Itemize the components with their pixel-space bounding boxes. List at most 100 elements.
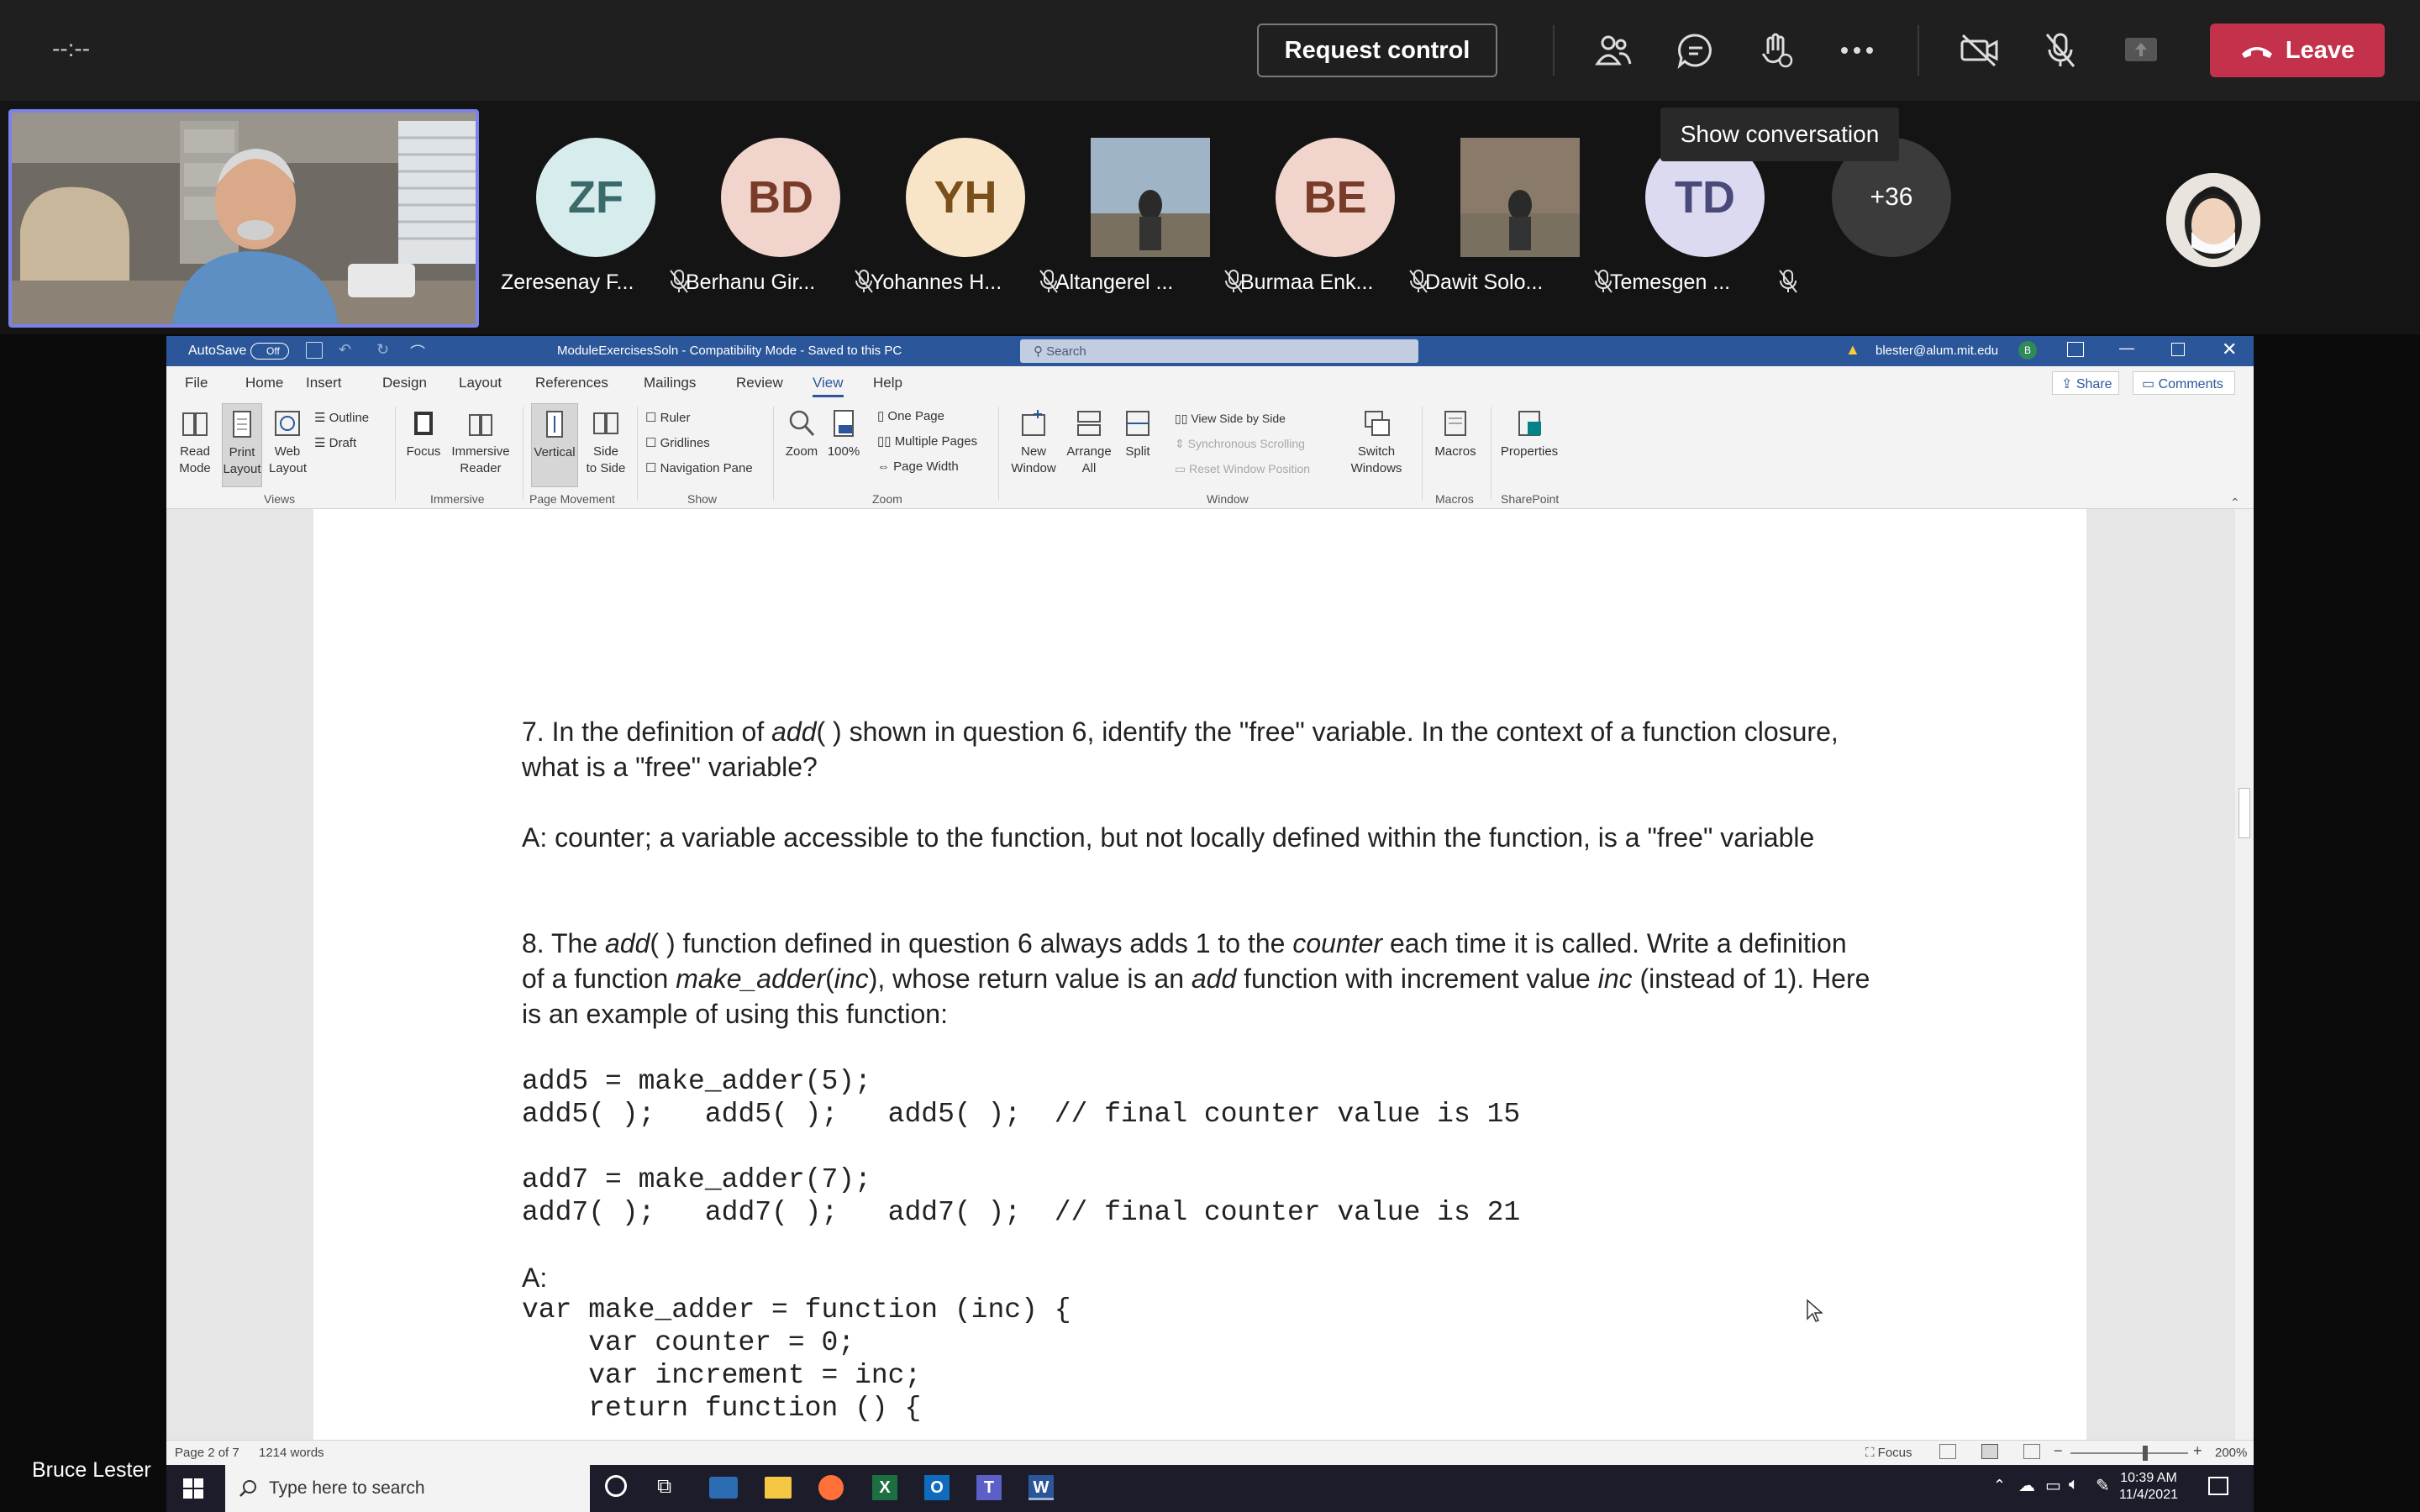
windows-start-icon[interactable] (183, 1478, 203, 1499)
participant-tile[interactable]: Altangerel ... (1055, 138, 1243, 314)
camera-off-icon[interactable] (1958, 29, 2002, 72)
group-show-label: Show (687, 492, 718, 506)
view-side-by-side-button[interactable]: ▯▯ View Side by Side (1175, 410, 1286, 427)
vertical-button[interactable]: Vertical (531, 403, 578, 487)
word-icon[interactable]: W (1028, 1475, 1054, 1500)
split-button[interactable]: Split (1119, 408, 1156, 460)
side-to-side-button[interactable]: Side to Side (583, 408, 629, 477)
search-box[interactable]: ⚲ Search (1020, 339, 1418, 363)
zoom-out-icon[interactable]: − (2054, 1442, 2063, 1460)
close-icon[interactable]: ✕ (2222, 339, 2237, 360)
outline-button[interactable]: ☰ Outline (314, 410, 369, 427)
touch-mode-icon[interactable]: ⌒ (410, 341, 425, 363)
chat-icon[interactable] (1674, 29, 1718, 72)
zoom-slider[interactable] (2070, 1452, 2188, 1454)
print-layout-view-icon[interactable] (1981, 1444, 1998, 1459)
gridlines-checkbox[interactable]: ☐ Gridlines (645, 435, 710, 452)
focus-mode-button[interactable]: ⛶ Focus (1865, 1446, 1912, 1460)
switch-windows-button[interactable]: Switch Windows (1341, 408, 1412, 477)
mic-off-icon[interactable] (2039, 29, 2082, 72)
share-button[interactable]: ⇪ Share (2052, 371, 2119, 395)
web-layout-view-icon[interactable] (2023, 1444, 2040, 1459)
multiple-pages-button[interactable]: ▯▯ Multiple Pages (877, 433, 977, 450)
taskbar-search-box[interactable]: Type here to search (225, 1465, 590, 1512)
collapse-ribbon-icon[interactable]: ⌃ (2230, 496, 2240, 510)
new-window-button[interactable]: New Window (1007, 408, 1060, 477)
document-page[interactable]: 7. In the definition of add( ) shown in … (313, 509, 2086, 1440)
participant-tile[interactable]: BE Burmaa Enk... (1240, 138, 1428, 314)
menu-design[interactable]: Design (382, 375, 427, 391)
zoom-level[interactable]: 200% (2215, 1446, 2247, 1460)
vertical-scrollbar[interactable] (2235, 509, 2254, 1440)
ribbon-display-icon[interactable] (2067, 342, 2084, 357)
account-email[interactable]: blester@alum.mit.edu (1876, 344, 1998, 358)
draft-button[interactable]: ☰ Draft (314, 435, 356, 452)
outlook-icon[interactable]: O (924, 1475, 950, 1500)
menu-references[interactable]: References (535, 375, 608, 391)
minimize-icon[interactable]: — (2119, 339, 2134, 357)
page-width-button[interactable]: ⇔ Page Width (877, 459, 959, 475)
participant-tile[interactable]: Dawit Solo... (1425, 138, 1612, 314)
menu-help[interactable]: Help (873, 375, 902, 391)
pen-icon[interactable]: ✎ (2096, 1475, 2110, 1496)
raise-hand-icon[interactable] (1754, 29, 1798, 72)
read-mode-button[interactable]: Read Mode (178, 408, 212, 477)
menu-review[interactable]: Review (736, 375, 783, 391)
print-layout-button[interactable]: Print Layout (222, 403, 262, 487)
excel-icon[interactable]: X (872, 1475, 897, 1500)
zoom-button[interactable]: Zoom (783, 408, 820, 460)
volume-icon[interactable]: 🔈︎ (2069, 1475, 2079, 1494)
presenter-video[interactable] (8, 109, 479, 328)
cortana-icon[interactable] (605, 1475, 627, 1497)
menu-layout[interactable]: Layout (459, 375, 502, 391)
arrange-all-button[interactable]: Arrange All (1062, 408, 1116, 477)
more-options-icon[interactable] (1835, 29, 1879, 72)
mail-icon[interactable] (709, 1477, 738, 1499)
leave-button[interactable]: Leave (2210, 24, 2385, 77)
scroll-thumb[interactable] (2238, 788, 2250, 838)
menu-file[interactable]: File (185, 375, 208, 391)
focus-button[interactable]: Focus (405, 408, 442, 460)
file-explorer-icon[interactable] (765, 1477, 792, 1499)
account-avatar[interactable]: B (2018, 341, 2037, 360)
web-layout-button[interactable]: Web Layout (269, 408, 307, 477)
menu-view[interactable]: View (813, 375, 844, 397)
firefox-icon[interactable] (818, 1475, 844, 1500)
one-page-button[interactable]: ▯ One Page (877, 408, 944, 425)
word-count[interactable]: 1214 words (259, 1446, 324, 1460)
zoom-100-button[interactable]: 100% (827, 408, 860, 460)
tray-chevron-icon[interactable]: ⌃ (1993, 1477, 2006, 1494)
participant-tile[interactable]: ZF Zeresenay F... (501, 138, 688, 314)
menu-mailings[interactable]: Mailings (644, 375, 696, 391)
participant-tile[interactable]: TD Temesgen ... (1610, 138, 1797, 314)
network-icon[interactable]: ▭ (2045, 1475, 2061, 1496)
redo-icon[interactable]: ↻ (376, 341, 389, 359)
participant-tile[interactable]: BD Berhanu Gir... (686, 138, 873, 314)
macros-button[interactable]: Macros (1428, 408, 1482, 460)
people-icon[interactable] (1591, 29, 1635, 72)
page-count[interactable]: Page 2 of 7 (175, 1446, 239, 1460)
onedrive-icon[interactable]: ☁ (2018, 1475, 2035, 1496)
ruler-checkbox[interactable]: ☐ Ruler (645, 410, 690, 427)
notifications-icon[interactable] (2208, 1477, 2228, 1495)
undo-icon[interactable]: ↶ (339, 341, 351, 359)
participant-avatar-photo[interactable] (2166, 173, 2260, 267)
immersive-reader-button[interactable]: Immersive Reader (447, 408, 514, 477)
zoom-slider-thumb[interactable] (2143, 1446, 2148, 1461)
teams-icon[interactable]: T (976, 1475, 1002, 1500)
read-mode-view-icon[interactable] (1939, 1444, 1956, 1459)
request-control-button[interactable]: Request control (1257, 24, 1497, 77)
properties-button[interactable]: Properties (1496, 408, 1563, 460)
zoom-in-icon[interactable]: + (2193, 1442, 2202, 1460)
autosave-toggle[interactable]: Off (250, 343, 289, 360)
share-screen-icon[interactable] (2119, 29, 2163, 72)
menu-home[interactable]: Home (245, 375, 283, 391)
clock[interactable]: 10:39 AM 11/4/2021 (2119, 1470, 2178, 1504)
navigation-pane-checkbox[interactable]: ☐ Navigation Pane (645, 460, 753, 477)
comments-button[interactable]: ▭ Comments (2133, 371, 2235, 395)
save-icon[interactable] (306, 342, 323, 359)
restore-icon[interactable] (2171, 343, 2185, 356)
participant-tile[interactable]: YH Yohannes H... (871, 138, 1058, 314)
menu-insert[interactable]: Insert (306, 375, 342, 391)
task-view-icon[interactable]: ⧉ (657, 1475, 671, 1499)
